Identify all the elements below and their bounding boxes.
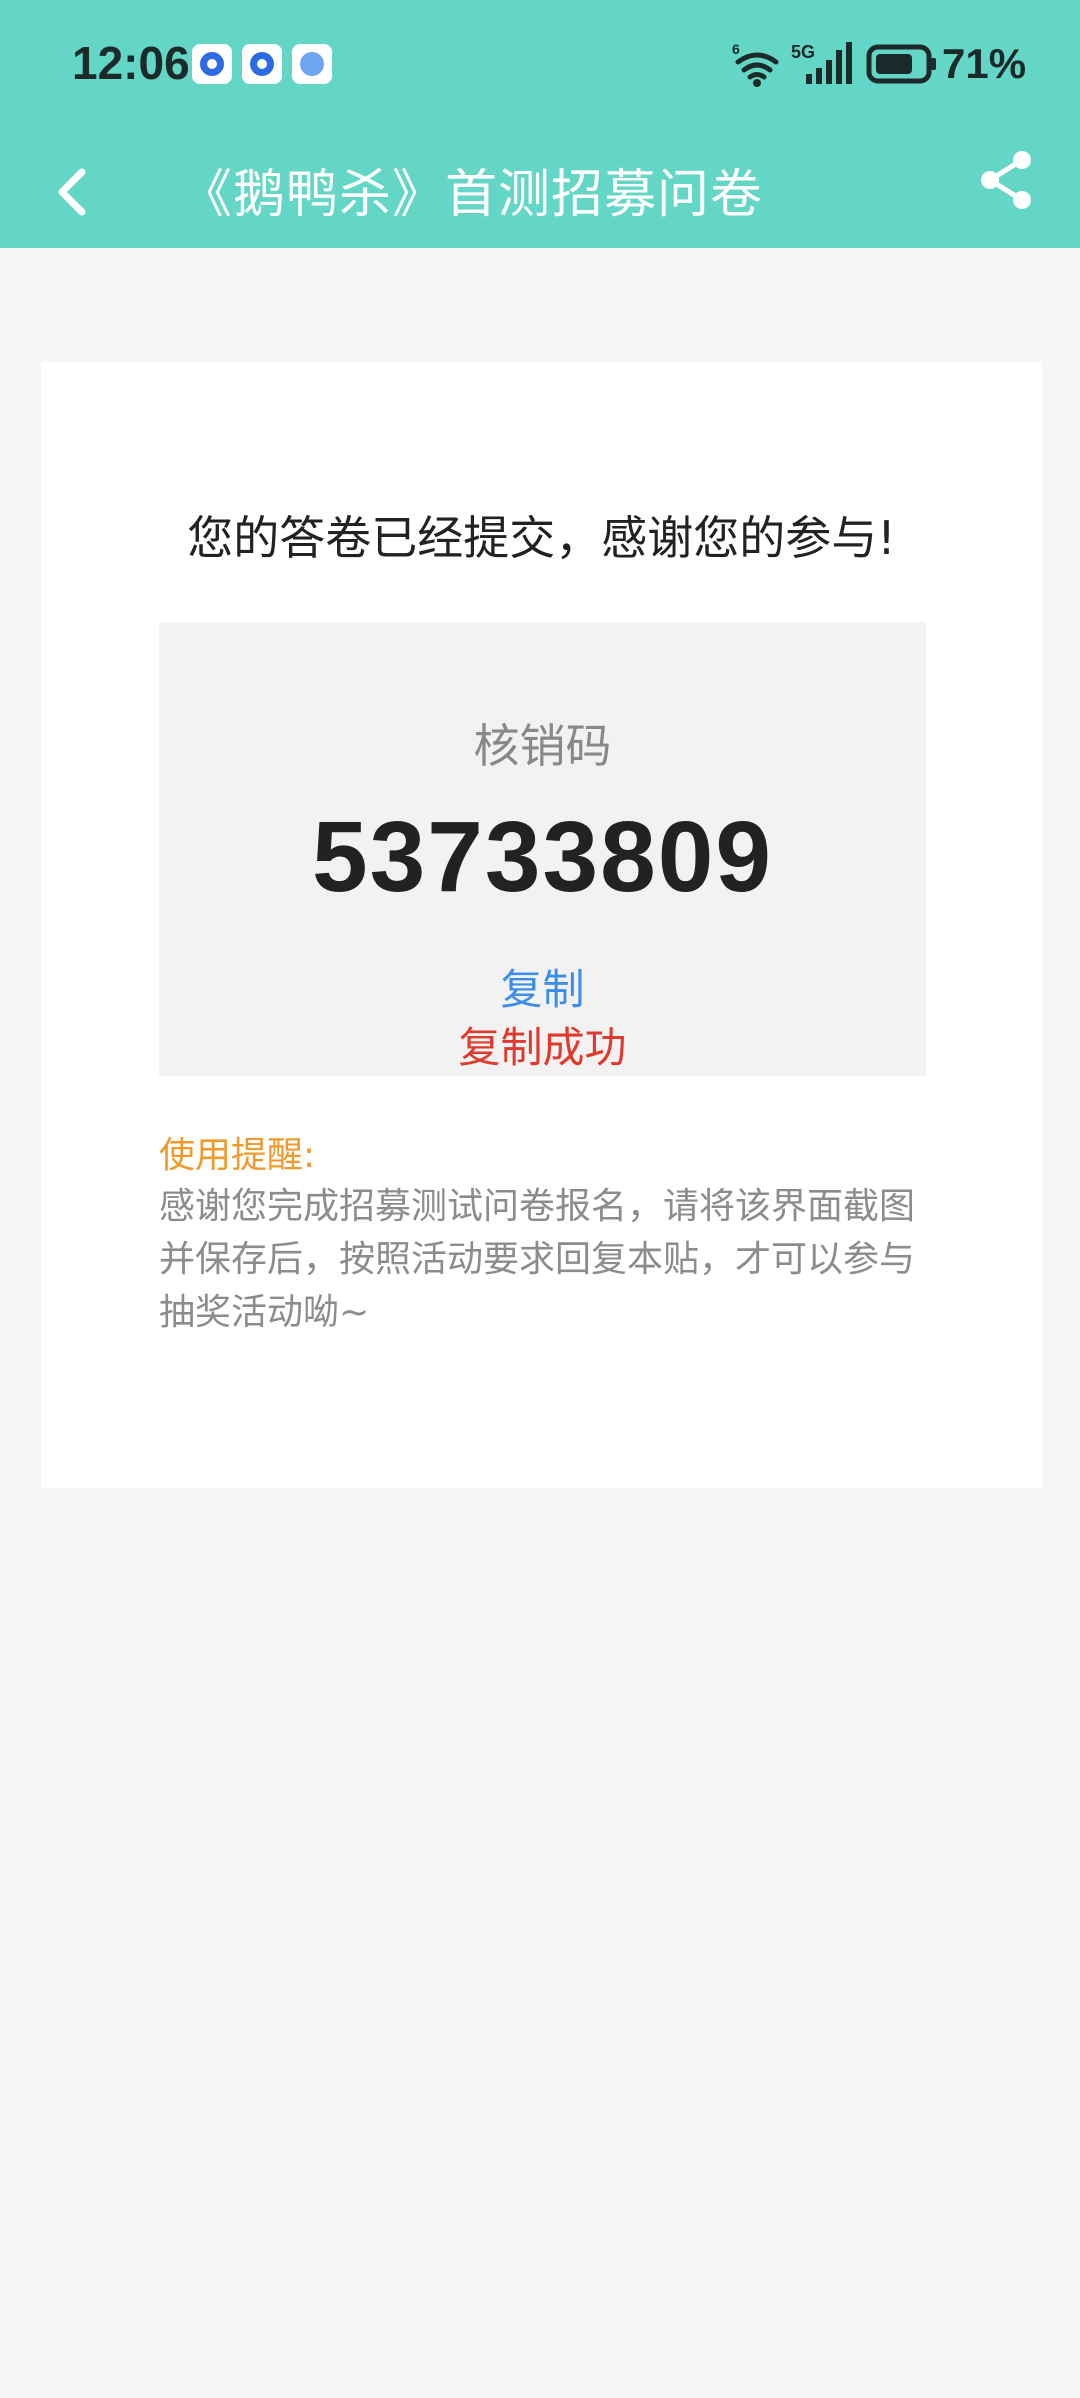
svg-text:6: 6 (732, 41, 740, 57)
app-notification-icon (242, 44, 282, 84)
verification-code-box: 核销码 53733809 复制 复制成功 (159, 622, 926, 1076)
usage-tips-title: 使用提醒: (159, 1135, 316, 1176)
signal-icon: 5G (791, 42, 852, 84)
back-button[interactable] (44, 150, 104, 230)
wifi-icon: 6 (732, 41, 779, 87)
battery-percent: 71% (942, 40, 1027, 87)
back-arrow-icon (58, 168, 86, 216)
share-button[interactable] (976, 148, 1036, 212)
page-title: 《鹅鸭杀》首测招募问卷 (180, 165, 764, 225)
share-icon (981, 151, 1031, 209)
battery-icon (866, 44, 936, 84)
usage-tips-text: 感谢您完成招募测试问卷报名，请将该界面截图并保存后，按照活动要求回复本贴，才可以… (159, 1186, 916, 1333)
code-label: 核销码 (473, 719, 612, 773)
status-time: 12:06 (72, 37, 190, 89)
planet-app-icon (292, 44, 332, 84)
copy-success-message: 复制成功 (458, 1023, 627, 1072)
verification-code: 53733809 (312, 801, 773, 913)
status-bar: 12:06 6 5G 71% (0, 0, 1080, 130)
result-card: 您的答卷已经提交，感谢您的参与! 核销码 53733809 复制 复制成功 使用… (41, 362, 1042, 1488)
app-header: 12:06 6 5G 71% 《鹅鸭杀》首测招募问卷 (0, 0, 1080, 248)
navigation-bar: 《鹅鸭杀》首测招募问卷 (0, 130, 1080, 248)
submission-thanks-message: 您的答卷已经提交，感谢您的参与! (187, 511, 896, 565)
network-type-label: 5G (791, 42, 815, 62)
copy-button[interactable]: 复制 (159, 956, 926, 1017)
app-notification-icon (192, 44, 232, 84)
